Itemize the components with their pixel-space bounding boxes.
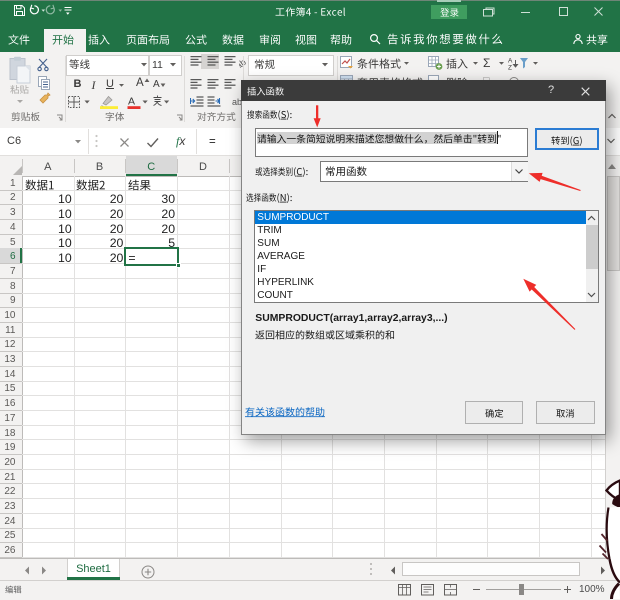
svg-text:A: A — [128, 96, 135, 108]
svg-text:A: A — [508, 58, 513, 65]
svg-text:Z: Z — [508, 65, 512, 71]
